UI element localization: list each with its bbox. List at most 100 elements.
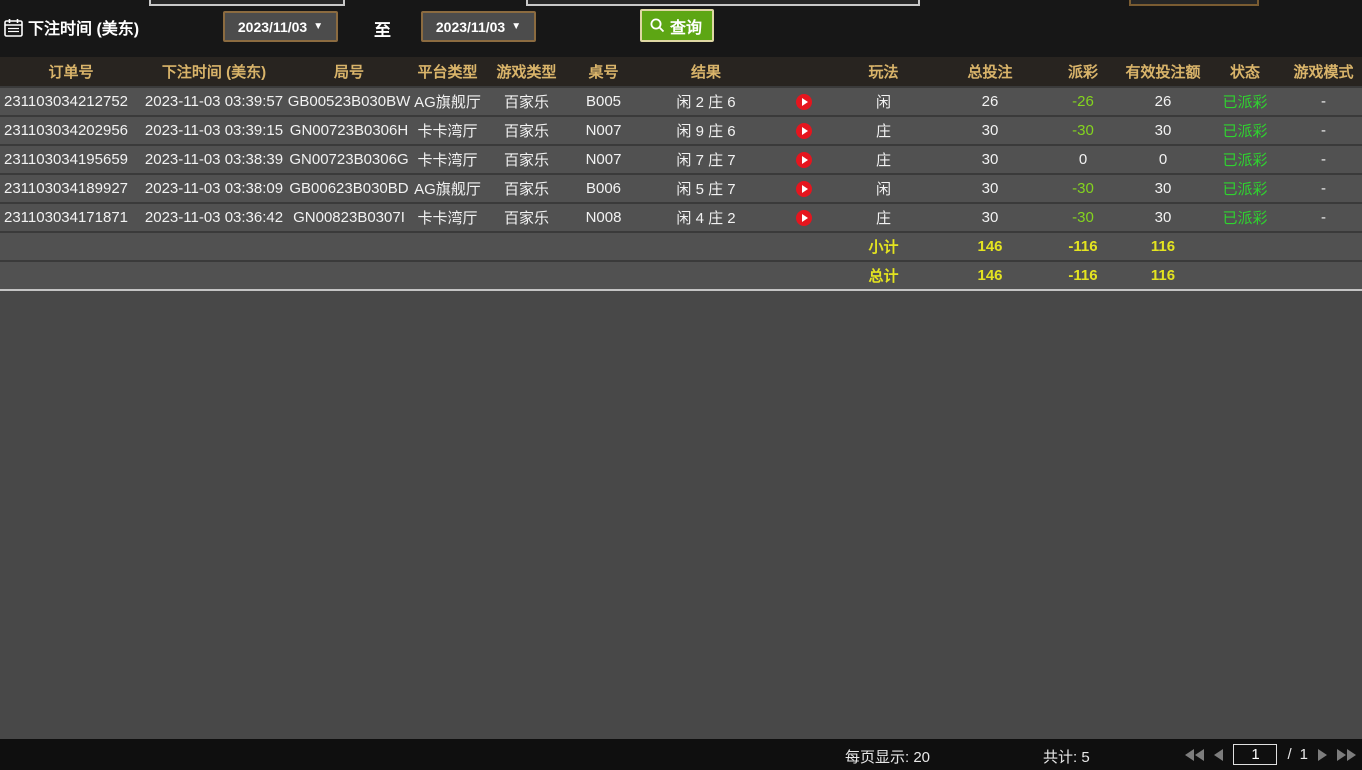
date-from-select[interactable]: 2023/11/03 ▼ xyxy=(223,11,338,42)
col-game-type: 游戏类型 xyxy=(496,64,557,81)
cell-status: 已派彩 xyxy=(1222,181,1268,198)
query-button-label: 查询 xyxy=(670,19,703,37)
date-to-value: 2023/11/03 xyxy=(435,18,506,35)
pagination-bar: 每页显示: 20 共计: 5 / 1 xyxy=(0,739,1362,770)
cell-game-mode: - xyxy=(1321,93,1326,110)
table-row: 231103034212752 2023-11-03 03:39:57 GB00… xyxy=(0,86,1362,115)
cell-total-bet: 30 xyxy=(981,122,999,139)
cell-table-id: N007 xyxy=(585,122,622,139)
cell-status: 已派彩 xyxy=(1222,152,1268,169)
table-row: 231103034189927 2023-11-03 03:38:09 GB00… xyxy=(0,173,1362,202)
table-header: 订单号 下注时间 (美东) 局号 平台类型 游戏类型 桌号 结果 玩法 总投注 … xyxy=(0,57,1362,86)
next-page-icon[interactable] xyxy=(1318,748,1327,761)
table-row: 231103034171871 2023-11-03 03:36:42 GN00… xyxy=(0,202,1362,231)
cell-total-bet: 30 xyxy=(981,180,999,197)
cell-game-type: 百家乐 xyxy=(503,123,549,140)
play-icon[interactable] xyxy=(795,94,812,110)
cell-game-type: 百家乐 xyxy=(503,210,549,227)
cell-game-type: 百家乐 xyxy=(503,181,549,198)
play-icon[interactable] xyxy=(795,181,812,197)
table-row: 231103034202956 2023-11-03 03:39:15 GN00… xyxy=(0,115,1362,144)
cell-valid-bet: 30 xyxy=(1154,122,1172,139)
chevron-down-icon: ▼ xyxy=(511,21,522,32)
cell-play: 庄 xyxy=(875,152,891,169)
col-order-id: 订单号 xyxy=(48,64,94,81)
subtotal-row: 小计 146 -116 116 xyxy=(0,231,1362,260)
cell-total-bet: 30 xyxy=(981,209,999,226)
cell-total-bet: 26 xyxy=(981,93,999,110)
col-payout: 派彩 xyxy=(1067,64,1098,81)
cell-order-id: 231103034202956 xyxy=(4,122,129,139)
page-number-input[interactable] xyxy=(1233,744,1278,765)
cell-status: 已派彩 xyxy=(1222,123,1268,140)
play-icon[interactable] xyxy=(795,210,812,226)
to-label: 至 xyxy=(374,21,391,40)
cell-result: 闲 7 庄 7 xyxy=(676,152,736,169)
cell-total-bet: 30 xyxy=(981,151,999,168)
table-empty-area xyxy=(0,289,1362,739)
play-icon[interactable] xyxy=(795,152,812,168)
cell-game-mode: - xyxy=(1321,180,1326,197)
cell-platform: AG旗舰厅 xyxy=(414,94,481,111)
top-input-fragment-3[interactable] xyxy=(1129,0,1259,6)
cell-order-id: 231103034171871 xyxy=(4,209,129,226)
cell-game-mode: - xyxy=(1321,151,1326,168)
cell-game-mode: - xyxy=(1321,122,1326,139)
col-play: 玩法 xyxy=(868,64,899,81)
cell-platform: 卡卡湾厅 xyxy=(417,152,478,169)
cell-game-type: 百家乐 xyxy=(503,152,549,169)
col-valid-bet: 有效投注额 xyxy=(1125,64,1201,81)
calendar-icon xyxy=(4,18,23,37)
cell-result: 闲 4 庄 2 xyxy=(676,210,736,227)
cell-valid-bet: 0 xyxy=(1158,151,1168,168)
subtotal-total-bet: 146 xyxy=(977,238,1003,255)
subtotal-valid-bet: 116 xyxy=(1150,238,1176,255)
query-button[interactable]: 查询 xyxy=(640,9,715,42)
cell-game-type: 百家乐 xyxy=(503,94,549,111)
cell-payout: -30 xyxy=(1072,209,1094,226)
page-size-text: 每页显示: 20 xyxy=(845,749,931,766)
subtotal-label: 小计 xyxy=(868,239,899,256)
cell-play: 闲 xyxy=(875,94,891,111)
total-payout: -116 xyxy=(1068,267,1098,284)
cell-status: 已派彩 xyxy=(1222,94,1268,111)
col-status: 状态 xyxy=(1229,64,1260,81)
chevron-down-icon: ▼ xyxy=(313,21,324,32)
top-input-fragment-1[interactable] xyxy=(149,0,345,6)
pager: / 1 xyxy=(1185,739,1356,770)
cell-platform: 卡卡湾厅 xyxy=(417,210,478,227)
cell-bet-time: 2023-11-03 03:39:57 xyxy=(144,93,284,110)
page-total-text: / 1 xyxy=(1287,746,1308,763)
search-icon xyxy=(650,18,665,33)
first-page-icon[interactable] xyxy=(1185,748,1205,761)
play-icon[interactable] xyxy=(795,123,812,139)
date-from-value: 2023/11/03 xyxy=(237,18,308,35)
total-row: 总计 146 -116 116 xyxy=(0,260,1362,289)
top-input-fragment-2[interactable] xyxy=(526,0,920,6)
col-platform: 平台类型 xyxy=(417,64,478,81)
cell-order-id: 231103034189927 xyxy=(4,180,129,197)
filter-bar: 下注时间 (美东) 2023/11/03 ▼ 至 2023/11/03 ▼ 查询 xyxy=(0,0,1362,57)
date-to-select[interactable]: 2023/11/03 ▼ xyxy=(421,11,536,42)
cell-round-id: GB00623B030BD xyxy=(289,180,409,197)
last-page-icon[interactable] xyxy=(1337,748,1356,761)
subtotal-payout: -116 xyxy=(1068,238,1098,255)
cell-play: 闲 xyxy=(875,181,891,198)
bet-time-filter-label: 下注时间 (美东) xyxy=(4,15,139,39)
cell-play: 庄 xyxy=(875,123,891,140)
prev-page-icon[interactable] xyxy=(1214,748,1224,761)
cell-bet-time: 2023-11-03 03:38:09 xyxy=(144,180,284,197)
cell-platform: 卡卡湾厅 xyxy=(417,123,478,140)
cell-table-id: N007 xyxy=(585,151,622,168)
total-total-bet: 146 xyxy=(977,267,1003,284)
cell-play: 庄 xyxy=(875,210,891,227)
cell-valid-bet: 26 xyxy=(1154,93,1172,110)
col-round-id: 局号 xyxy=(333,64,364,81)
cell-payout: -30 xyxy=(1072,180,1094,197)
cell-payout: -26 xyxy=(1072,93,1094,110)
col-game-mode: 游戏模式 xyxy=(1293,64,1354,81)
cell-valid-bet: 30 xyxy=(1154,180,1172,197)
cell-payout: 0 xyxy=(1078,151,1088,168)
cell-bet-time: 2023-11-03 03:36:42 xyxy=(144,209,284,226)
cell-table-id: B006 xyxy=(585,180,622,197)
